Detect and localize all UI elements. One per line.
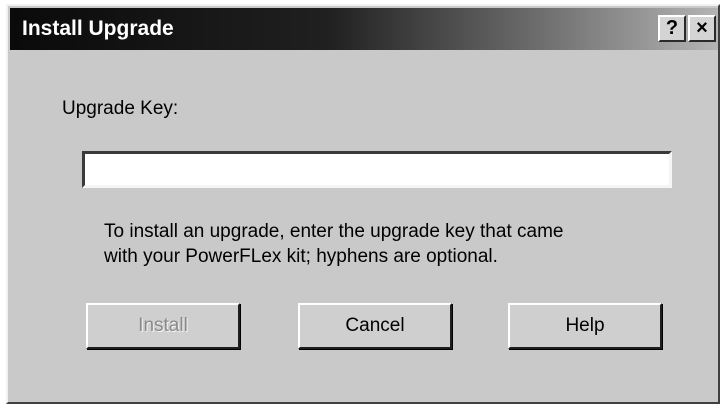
cancel-button[interactable]: Cancel bbox=[298, 303, 452, 349]
hint-line-1: To install an upgrade, enter the upgrade… bbox=[104, 221, 564, 242]
upgrade-key-input[interactable] bbox=[82, 151, 672, 188]
help-button[interactable]: Help bbox=[508, 303, 662, 349]
hint-line-2: with your PowerFLex kit; hyphens are opt… bbox=[104, 246, 498, 267]
install-button[interactable]: Install bbox=[86, 303, 240, 349]
help-icon[interactable]: ? bbox=[658, 15, 686, 42]
title-bar[interactable]: Install Upgrade ? × bbox=[10, 8, 718, 50]
upgrade-hint-text: To install an upgrade, enter the upgrade… bbox=[104, 219, 563, 269]
install-upgrade-dialog: Install Upgrade ? × Upgrade Key: To inst… bbox=[6, 4, 720, 404]
window-title: Install Upgrade bbox=[22, 17, 174, 40]
upgrade-key-label: Upgrade Key: bbox=[62, 98, 179, 119]
close-icon[interactable]: × bbox=[688, 15, 716, 42]
